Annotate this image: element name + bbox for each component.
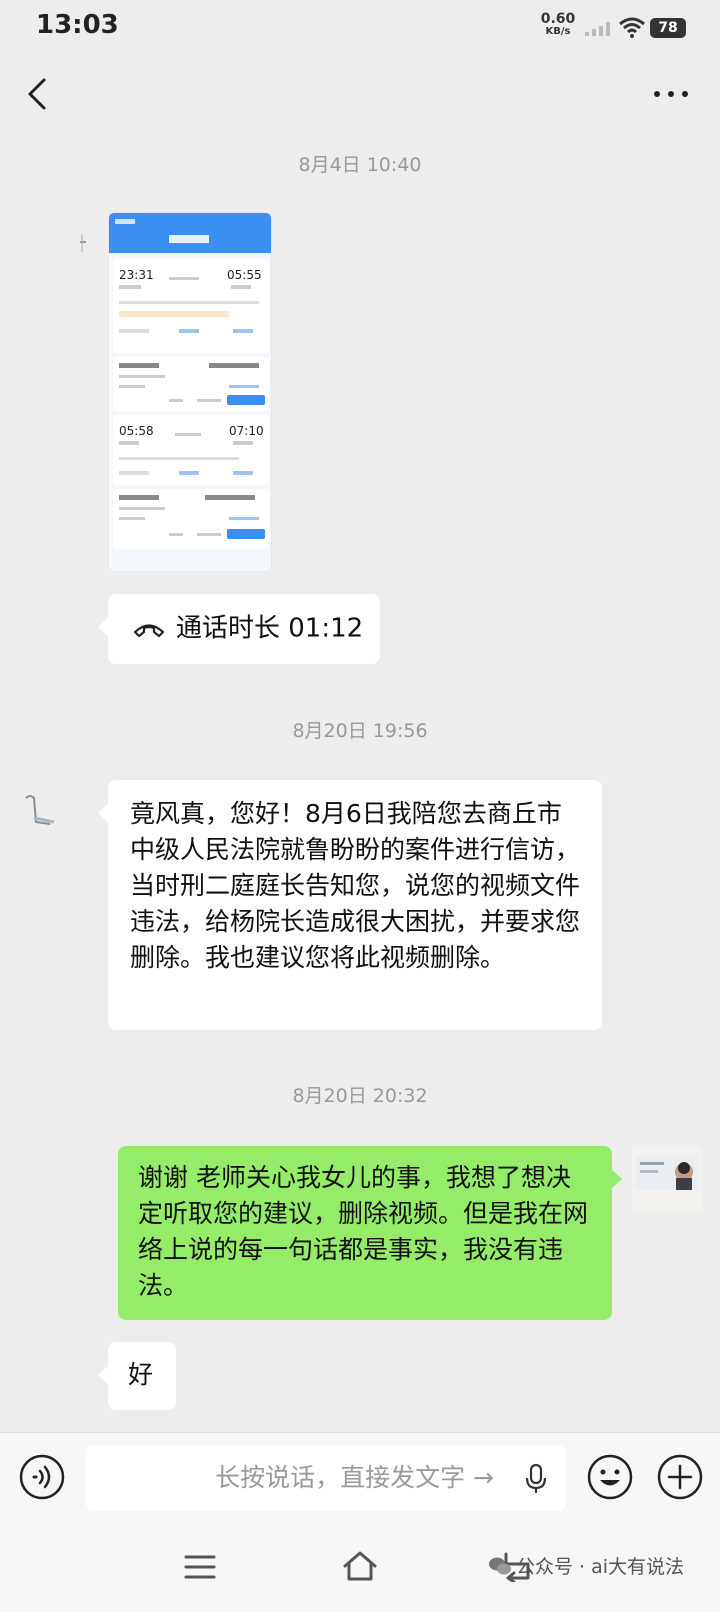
avatar-contact[interactable]	[20, 784, 82, 846]
mic-icon[interactable]	[524, 1463, 548, 1495]
network-speed-unit: KB/s	[545, 26, 571, 37]
timestamp: 8月20日 19:56	[292, 720, 428, 742]
timestamp: 8月20日 20:32	[292, 1085, 428, 1107]
menu-icon[interactable]	[184, 1554, 216, 1580]
battery-icon: 78	[650, 18, 686, 38]
message-input[interactable]	[86, 1445, 566, 1511]
avatar-self[interactable]	[632, 1146, 702, 1212]
network-speed-value: 0.60	[540, 11, 576, 27]
avatar-contact[interactable]	[24, 212, 86, 274]
wifi-icon	[619, 17, 645, 38]
status-time: 13:03	[36, 10, 119, 40]
more-icon[interactable]	[652, 84, 690, 104]
message-bubble[interactable]: 好	[98, 1342, 176, 1410]
message-bubble-self[interactable]: 谢谢 老师关心我女儿的事，我想了想决定听取您的建议，删除视频。但是我在网络上说的…	[118, 1146, 622, 1320]
system-navigation-bar: 公众号 · ai大有说法	[0, 1524, 720, 1612]
trip1-depart: 23:31	[119, 268, 154, 282]
call-duration-text: 通话时长 01:12	[176, 613, 364, 644]
plus-icon[interactable]	[656, 1453, 704, 1501]
call-duration-message[interactable]: 通话时长 01:12	[98, 594, 380, 664]
trip2-arrive: 07:10	[229, 424, 264, 438]
message-bubble[interactable]: 竟风真，您好！8月6日我陪您去商丘市中级人民法院就鲁盼盼的案件进行信访，当时刑二…	[98, 780, 602, 1030]
timestamp: 8月4日 10:40	[298, 154, 422, 176]
ticket-screenshot-image: 23:31 05:55 05:58 07:10	[109, 213, 271, 549]
image-message[interactable]: 23:31 05:55 05:58 07:10	[108, 212, 272, 572]
trip1-arrive: 05:55	[227, 268, 262, 282]
chat-header	[0, 56, 720, 132]
status-bar: 13:03 0.60 KB/s 78	[0, 0, 720, 50]
home-icon[interactable]	[342, 1550, 378, 1582]
emoji-icon[interactable]	[586, 1453, 634, 1501]
signal-icon	[585, 22, 610, 36]
watermark-text: 公众号 · ai大有说法	[516, 1556, 685, 1578]
wechat-official-account-icon	[489, 1557, 511, 1574]
watermark: 公众号 · ai大有说法	[488, 1552, 684, 1579]
network-speed: 0.60 KB/s	[538, 12, 578, 37]
trip2-depart: 05:58	[119, 424, 154, 438]
phone-hangup-icon	[133, 623, 165, 637]
chat-input-bar: 长按说话，直接发文字 →	[0, 1432, 720, 1524]
voice-icon[interactable]	[18, 1453, 66, 1501]
back-icon[interactable]	[22, 76, 52, 112]
